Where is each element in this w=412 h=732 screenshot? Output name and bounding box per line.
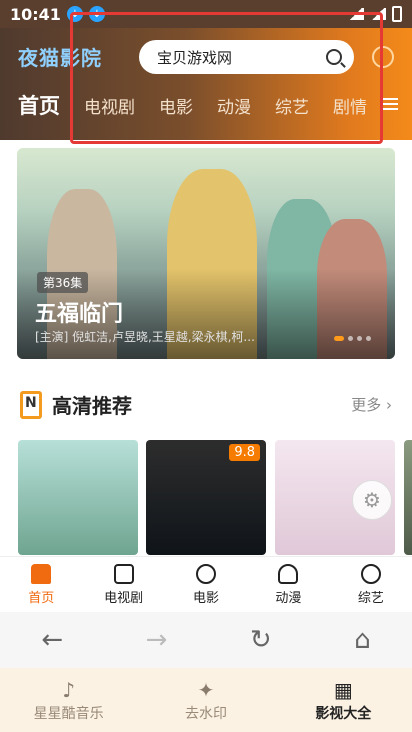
menu-icon[interactable] [382, 98, 398, 110]
search-input[interactable]: 宝贝游戏网 [157, 47, 326, 68]
bottom-nav: 首页 电视剧 电影 动漫 综艺 [0, 556, 412, 612]
recommend-icon [20, 390, 42, 419]
outer-tab-videos[interactable]: ▦ 影视大全 [275, 668, 412, 732]
variety-icon [360, 563, 381, 584]
outer-tab-bar: ♪ 星星酷音乐 ✦ 去水印 ▦ 影视大全 [0, 668, 412, 732]
gear-icon[interactable]: ⚙ [352, 480, 392, 520]
nav-tv[interactable]: 电视剧 [82, 557, 164, 612]
magic-wand-icon: ✦ [197, 677, 215, 702]
tv-icon [113, 563, 134, 584]
status-bar: 10:41 ↓ ↓ [0, 0, 412, 28]
home-icon [31, 563, 52, 584]
music-note-icon: ♪ [62, 677, 76, 702]
app-header: 夜猫影院 宝贝游戏网 首页 电视剧 电影 动漫 综艺 剧情 [0, 28, 412, 140]
film-reel-icon [196, 563, 217, 584]
refresh-icon[interactable]: ↻ [250, 625, 272, 655]
battery-icon [392, 6, 402, 22]
search-icon[interactable] [326, 49, 342, 65]
section-header: 高清推荐 更多 › [20, 390, 392, 419]
category-tabs: 首页 电视剧 电影 动漫 综艺 剧情 [18, 90, 367, 120]
nav-anime[interactable]: 动漫 [247, 557, 329, 612]
poster-card[interactable] [18, 440, 138, 555]
carousel-dots [334, 336, 371, 341]
tab-home[interactable]: 首页 [18, 90, 60, 120]
nav-movie[interactable]: 电影 [165, 557, 247, 612]
anime-icon [278, 563, 299, 584]
tab-movie[interactable]: 电影 [159, 93, 193, 118]
grid-icon: ▦ [333, 677, 353, 702]
nav-home[interactable]: 首页 [0, 557, 82, 612]
poster-card[interactable]: 9.8 [146, 440, 266, 555]
score-badge: 9.8 [229, 444, 260, 461]
status-time: 10:41 [10, 4, 61, 24]
history-icon[interactable] [372, 46, 394, 68]
wifi-icon [348, 8, 364, 20]
outer-tab-watermark[interactable]: ✦ 去水印 [137, 668, 274, 732]
banner-title: 五福临门 [35, 302, 124, 327]
tab-anime[interactable]: 动漫 [217, 93, 251, 118]
tab-variety[interactable]: 综艺 [275, 93, 309, 118]
download-icon: ↓ [88, 6, 105, 22]
section-title: 高清推荐 [52, 394, 132, 418]
back-icon[interactable]: ← [41, 625, 63, 655]
tab-tv[interactable]: 电视剧 [84, 93, 135, 118]
home-icon[interactable]: ⌂ [354, 625, 371, 655]
forward-icon[interactable]: → [146, 625, 168, 655]
hero-banner[interactable]: 第36集 五福临门 [主演] 倪虹洁,卢昱晓,王星越,梁永棋,柯... [17, 148, 395, 359]
signal-icon [370, 8, 386, 20]
more-link[interactable]: 更多 › [351, 394, 392, 415]
tab-drama[interactable]: 剧情 [333, 93, 367, 118]
episode-badge: 第36集 [37, 272, 89, 293]
browser-toolbar: ← → ↻ ⌂ [0, 612, 412, 668]
download-icon: ↓ [66, 6, 83, 22]
search-bar[interactable]: 宝贝游戏网 [139, 40, 354, 74]
nav-variety[interactable]: 综艺 [330, 557, 412, 612]
poster-card[interactable] [404, 440, 412, 555]
banner-cast: [主演] 倪虹洁,卢昱晓,王星越,梁永棋,柯... [35, 330, 255, 344]
outer-tab-music[interactable]: ♪ 星星酷音乐 [0, 668, 137, 732]
app-logo: 夜猫影院 [18, 46, 102, 70]
